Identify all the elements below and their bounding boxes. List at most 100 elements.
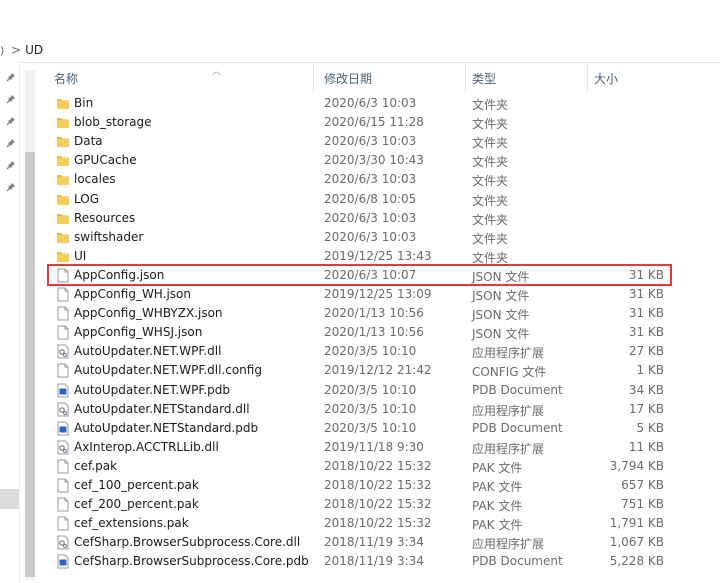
file-name[interactable]: CefSharp.BrowserSubprocess.Core.dll (74, 535, 300, 549)
pin-icon[interactable] (6, 116, 16, 126)
dll-icon (56, 344, 70, 359)
sort-ascending-icon: ︿ (212, 67, 222, 77)
file-row[interactable]: cef.pak 2018/10/22 15:32 PAK 文件 3,794 KB (36, 457, 720, 476)
file-name[interactable]: AutoUpdater.NET.WPF.dll (74, 344, 221, 358)
file-name[interactable]: AxInterop.ACCTRLLib.dll (74, 440, 219, 454)
scrollbar-thumb[interactable] (25, 152, 35, 577)
file-type: 文件夹 (472, 98, 509, 112)
file-name[interactable]: Resources (74, 211, 135, 225)
file-name[interactable]: AutoUpdater.NETStandard.dll (74, 402, 250, 416)
file-row[interactable]: cef_extensions.pak 2018/10/22 15:32 PAK 文件… (36, 514, 720, 533)
folder-icon (56, 134, 70, 149)
file-type: PAK 文件 (472, 480, 523, 494)
file-row[interactable]: locales 2020/6/3 10:03 文件夹 (36, 170, 720, 189)
column-header-type[interactable]: 类型 (472, 70, 496, 87)
file-modified-date: 2019/12/12 21:42 (324, 363, 432, 378)
file-type: 文件夹 (472, 155, 509, 170)
file-modified-date: 2020/6/3 10:03 (324, 210, 417, 225)
file-name[interactable]: AutoUpdater.NET.WPF.dll.config (74, 363, 262, 377)
file-type: 应用程序扩展 (472, 346, 545, 361)
file-name[interactable]: LOG (74, 192, 99, 206)
file-name[interactable]: UI (74, 249, 86, 263)
file-size: 5 KB (636, 420, 664, 435)
chevron-right-icon[interactable]: > (11, 43, 21, 57)
column-divider[interactable] (465, 62, 466, 92)
file-name[interactable]: AutoUpdater.NETStandard.pdb (74, 421, 258, 435)
folder-icon (56, 249, 70, 264)
pin-icon[interactable] (6, 182, 16, 192)
file-row[interactable]: AxInterop.ACCTRLLib.dll 2019/11/18 9:30 应用… (36, 438, 720, 457)
pin-icon[interactable] (6, 160, 16, 170)
folder-icon (56, 96, 70, 111)
column-header-name[interactable]: 名称 (54, 70, 78, 87)
file-row[interactable]: AppConfig_WH.json 2019/12/25 13:09 JSON 文件… (36, 285, 720, 304)
file-size: 34 KB (628, 382, 664, 397)
vertical-scrollbar[interactable] (25, 70, 35, 580)
file-row[interactable]: Bin 2020/6/3 10:03 文件夹 (36, 94, 720, 113)
file-modified-date: 2020/3/5 10:10 (324, 344, 417, 359)
file-row[interactable]: swiftshader 2020/6/3 10:03 文件夹 (36, 228, 720, 247)
file-type: JSON 文件 (472, 327, 530, 342)
file-type: 应用程序扩展 (472, 403, 545, 418)
file-row[interactable]: AppConfig_WHBYZX.json 2020/1/13 10:56 JSON… (36, 304, 720, 323)
file-name[interactable]: CefSharp.BrowserSubprocess.Core.pdb (74, 554, 309, 568)
file-name[interactable]: cef_200_percent.pak (74, 497, 199, 511)
file-modified-date: 2019/12/25 13:09 (324, 287, 432, 301)
column-divider[interactable] (313, 62, 314, 92)
file-icon (56, 363, 70, 378)
dll-icon (56, 402, 70, 417)
file-row[interactable]: UI 2019/12/25 13:43 文件夹 (36, 247, 720, 266)
file-name[interactable]: AppConfig_WH.json (74, 287, 191, 301)
file-row[interactable]: AutoUpdater.NET.WPF.dll 2020/3/5 10:10 应用程… (36, 342, 720, 361)
file-icon (56, 497, 70, 512)
file-name[interactable]: AutoUpdater.NET.WPF.pdb (74, 383, 230, 397)
folder-icon (56, 211, 70, 226)
pin-icon[interactable] (6, 94, 16, 104)
highlight-box (47, 264, 672, 286)
pdb-icon (56, 383, 70, 398)
nav-scrollbar-thumb[interactable] (0, 489, 19, 509)
pin-icon[interactable] (6, 138, 16, 148)
file-type: 文件夹 (472, 136, 509, 151)
file-name[interactable]: Bin (74, 96, 93, 110)
file-name[interactable]: blob_storage (74, 115, 152, 129)
file-row[interactable]: AutoUpdater.NETStandard.dll 2020/3/5 10:1… (36, 400, 720, 419)
file-row[interactable]: cef_200_percent.pak 2018/10/22 15:32 PAK 文… (36, 495, 720, 514)
breadcrumb-previous[interactable]: ) (0, 44, 8, 57)
file-name[interactable]: cef.pak (74, 459, 117, 473)
column-header-size[interactable]: 大小 (594, 70, 618, 87)
file-type: PAK 文件 (472, 499, 523, 514)
file-type: PDB Document (472, 554, 563, 569)
pin-icon[interactable] (6, 72, 16, 82)
file-name[interactable]: AppConfig_WHBYZX.json (74, 306, 223, 320)
breadcrumb-current-folder[interactable]: UD (25, 43, 43, 57)
file-size: 1 KB (636, 363, 664, 378)
file-row[interactable]: Data 2020/6/3 10:03 文件夹 (36, 132, 720, 151)
file-type: 应用程序扩展 (472, 537, 545, 552)
file-row[interactable]: GPUCache 2020/3/30 10:43 文件夹 (36, 151, 720, 170)
file-row[interactable]: AutoUpdater.NETStandard.pdb 2020/3/5 10:1… (36, 419, 720, 438)
file-row[interactable]: AutoUpdater.NET.WPF.dll.config 2019/12/12… (36, 361, 720, 380)
file-row[interactable]: Resources 2020/6/3 10:03 文件夹 (36, 209, 720, 228)
dll-icon (56, 440, 70, 455)
file-name[interactable]: cef_100_percent.pak (74, 478, 199, 492)
file-name[interactable]: swiftshader (74, 230, 143, 244)
file-row[interactable]: CefSharp.BrowserSubprocess.Core.pdb 2018/… (36, 552, 720, 571)
file-row[interactable]: AppConfig_WHSJ.json 2020/1/13 10:56 JSON 文… (36, 323, 720, 342)
file-row[interactable]: blob_storage 2020/6/15 11:28 文件夹 (36, 113, 720, 132)
file-name[interactable]: AppConfig_WHSJ.json (74, 325, 202, 339)
file-row[interactable]: CefSharp.BrowserSubprocess.Core.dll 2018/… (36, 533, 720, 552)
file-name[interactable]: cef_extensions.pak (74, 516, 189, 530)
file-size: 31 KB (628, 287, 664, 301)
file-name[interactable]: GPUCache (74, 153, 137, 167)
file-name[interactable]: Data (74, 134, 103, 148)
column-divider[interactable] (587, 62, 588, 92)
file-row[interactable]: cef_100_percent.pak 2018/10/22 15:32 PAK 文… (36, 476, 720, 495)
file-row[interactable]: AutoUpdater.NET.WPF.pdb 2020/3/5 10:10 PDB… (36, 381, 720, 400)
file-name[interactable]: locales (74, 172, 116, 186)
file-row[interactable]: LOG 2020/6/8 10:05 文件夹 (36, 190, 720, 209)
column-header-date[interactable]: 修改日期 (324, 70, 372, 87)
file-icon (56, 478, 70, 493)
file-modified-date: 2020/6/8 10:05 (324, 191, 417, 206)
pdb-icon (56, 554, 70, 569)
